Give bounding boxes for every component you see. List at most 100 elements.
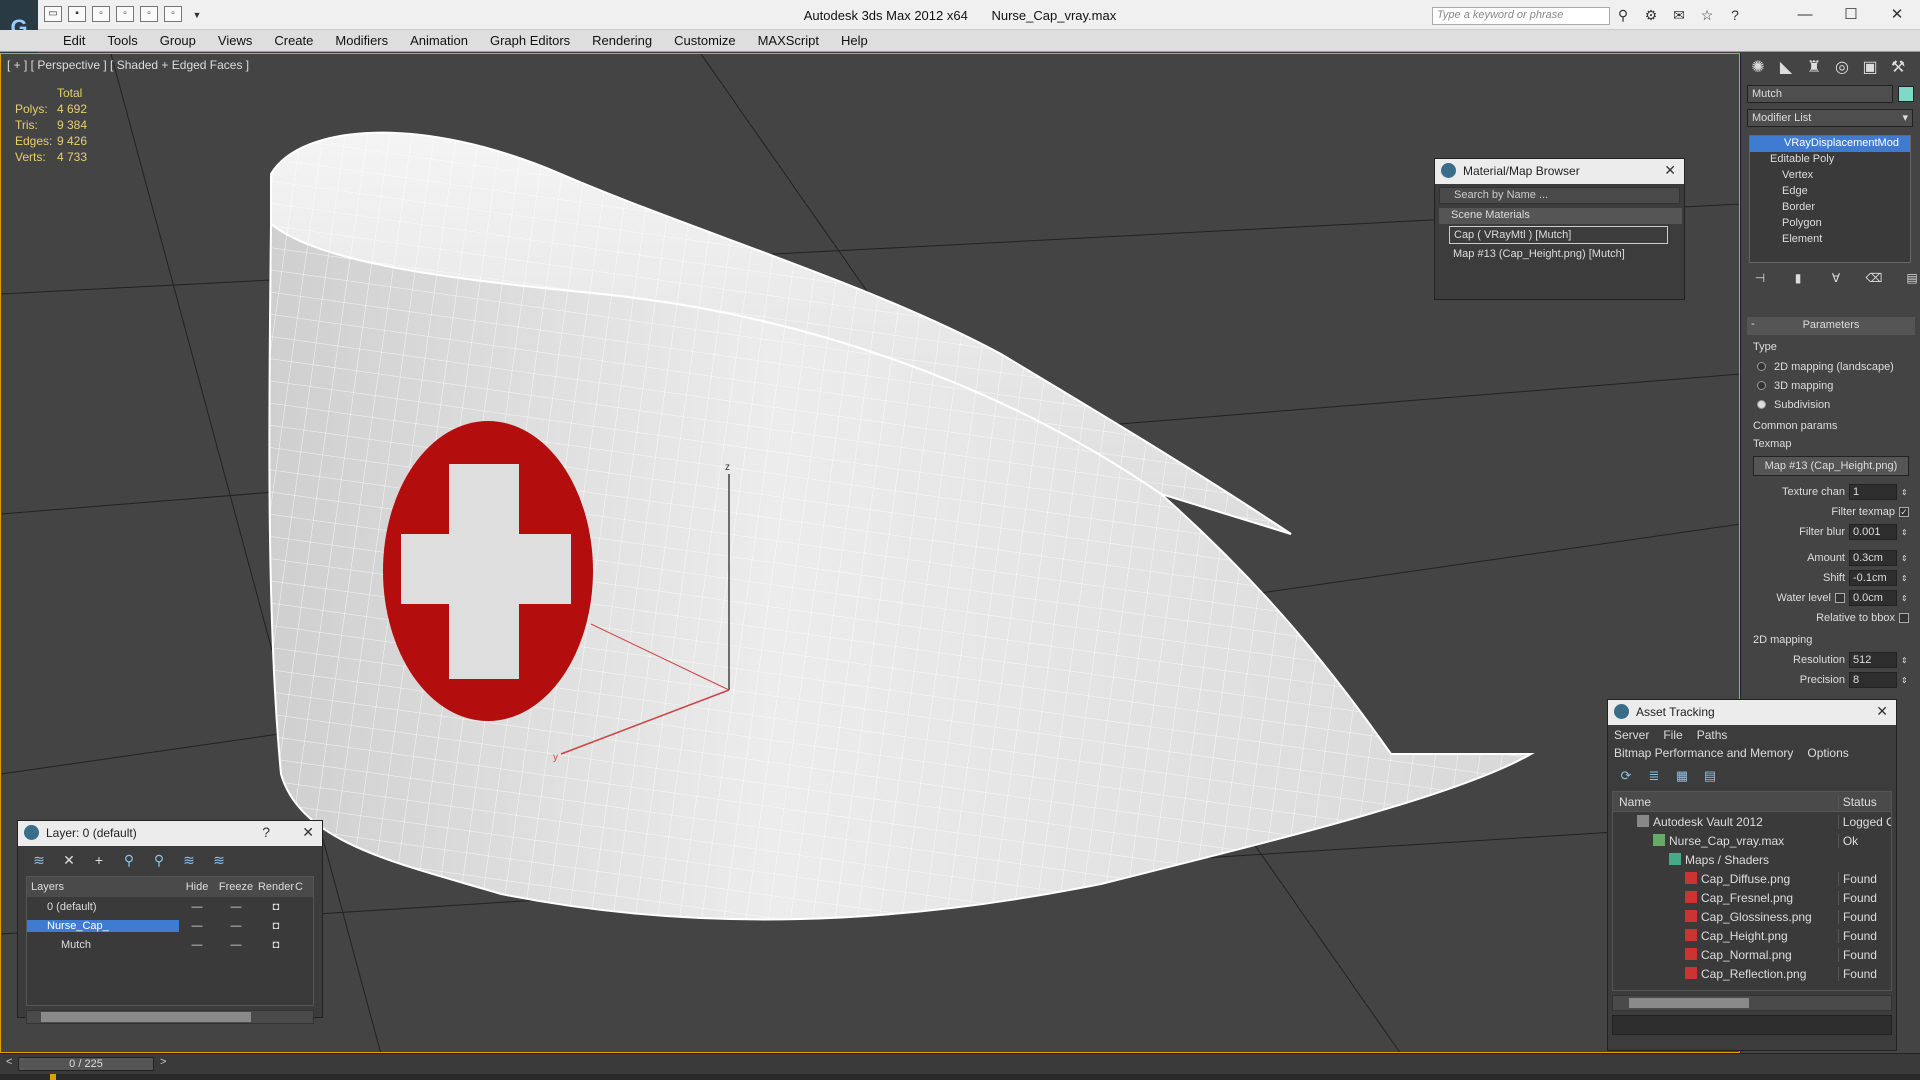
layer-name[interactable]: Nurse_Cap_ bbox=[27, 919, 179, 932]
object-name-field[interactable]: Mutch bbox=[1747, 85, 1893, 103]
pin-stack-icon[interactable]: ⊣ bbox=[1751, 271, 1769, 289]
menu-options[interactable]: Options bbox=[1807, 746, 1848, 764]
menu-modifiers[interactable]: Modifiers bbox=[324, 33, 399, 48]
viewport-label[interactable]: [ + ] [ Perspective ] [ Shaded + Edged F… bbox=[7, 58, 249, 72]
menu-server[interactable]: Server bbox=[1614, 728, 1649, 742]
filter-texmap-checkbox[interactable]: ✓ bbox=[1899, 507, 1909, 517]
relative-to-bbox-checkbox[interactable] bbox=[1899, 613, 1909, 623]
spinner-icon[interactable]: ⇕ bbox=[1901, 574, 1909, 583]
freeze-toggle[interactable]: — bbox=[215, 901, 257, 913]
time-slider[interactable]: 0 / 225 bbox=[18, 1057, 154, 1071]
show-end-result-icon[interactable]: ▮ bbox=[1789, 271, 1807, 289]
spinner-icon[interactable]: ⇕ bbox=[1901, 594, 1909, 603]
asset-path-field[interactable] bbox=[1612, 1015, 1892, 1035]
menu-animation[interactable]: Animation bbox=[399, 33, 479, 48]
menu-help[interactable]: Help bbox=[830, 33, 879, 48]
communication-icon[interactable]: ✉ bbox=[1670, 6, 1688, 24]
radio-3d[interactable] bbox=[1757, 381, 1766, 390]
col-freeze[interactable]: Freeze bbox=[215, 881, 257, 893]
hide-toggle[interactable]: — bbox=[179, 939, 215, 951]
asset-tracking-panel[interactable]: Asset Tracking ✕ Server File Paths Bitma… bbox=[1607, 699, 1897, 1051]
minimize-button[interactable]: — bbox=[1782, 0, 1828, 30]
search-by-name-input[interactable]: Search by Name ... bbox=[1439, 187, 1680, 204]
configure-modifier-sets-icon[interactable]: ▤ bbox=[1903, 271, 1920, 289]
col-render[interactable]: Render bbox=[257, 881, 295, 893]
subscription-icon[interactable]: ⚙ bbox=[1642, 6, 1660, 24]
spinner-icon[interactable]: ⇕ bbox=[1901, 676, 1909, 685]
menu-file[interactable]: File bbox=[1663, 728, 1682, 742]
scrollbar-thumb[interactable] bbox=[41, 1012, 251, 1022]
layer-row[interactable]: 0 (default) — — ◘ bbox=[27, 897, 313, 916]
close-button[interactable]: ✕ bbox=[302, 824, 314, 841]
asset-row[interactable]: Autodesk Vault 2012 Logged O bbox=[1613, 812, 1891, 831]
menu-customize[interactable]: Customize bbox=[663, 33, 746, 48]
resolution-input[interactable]: 512 bbox=[1849, 652, 1897, 668]
asset-horizontal-scrollbar[interactable] bbox=[1612, 995, 1892, 1011]
shift-input[interactable]: -0.1cm bbox=[1849, 570, 1897, 586]
water-level-checkbox[interactable] bbox=[1835, 593, 1845, 603]
col-color[interactable]: C bbox=[295, 881, 303, 893]
utilities-tab-icon[interactable]: ⚒ bbox=[1887, 57, 1909, 79]
stack-item-border[interactable]: Border bbox=[1750, 200, 1910, 216]
asset-row[interactable]: Nurse_Cap_vray.max Ok bbox=[1613, 831, 1891, 850]
spinner-icon[interactable]: ⇕ bbox=[1901, 488, 1909, 497]
set-current-layer-icon[interactable]: ≋ bbox=[180, 852, 198, 870]
help-button[interactable]: ? bbox=[262, 824, 270, 840]
precision-input[interactable]: 8 bbox=[1849, 672, 1897, 688]
select-objects-icon[interactable]: ⚲ bbox=[120, 852, 138, 870]
layer-name[interactable]: Mutch bbox=[27, 939, 179, 951]
track-bar[interactable] bbox=[0, 1074, 1920, 1080]
add-to-layer-icon[interactable]: + bbox=[90, 852, 108, 870]
render-toggle-icon[interactable]: ◘ bbox=[257, 901, 295, 913]
col-layers[interactable]: Layers bbox=[27, 881, 179, 893]
close-button[interactable]: ✕ bbox=[1874, 0, 1920, 30]
menu-group[interactable]: Group bbox=[149, 33, 207, 48]
asset-row[interactable]: Cap_Glossiness.png Found bbox=[1613, 907, 1891, 926]
menu-edit[interactable]: Edit bbox=[52, 33, 96, 48]
menu-views[interactable]: Views bbox=[207, 33, 263, 48]
radio-subdivision[interactable] bbox=[1757, 400, 1766, 409]
material-item[interactable]: Map #13 (Cap_Height.png) [Mutch] bbox=[1449, 246, 1668, 264]
type-option-3d[interactable]: 3D mapping bbox=[1747, 376, 1915, 395]
render-toggle-icon[interactable]: ◘ bbox=[257, 920, 295, 932]
material-browser-title[interactable]: Material/Map Browser ✕ bbox=[1435, 159, 1684, 184]
layer-horizontal-scrollbar[interactable] bbox=[26, 1010, 314, 1024]
render-toggle-icon[interactable]: ◘ bbox=[257, 939, 295, 951]
asset-row[interactable]: Maps / Shaders bbox=[1613, 850, 1891, 869]
stack-item-element[interactable]: Element bbox=[1750, 232, 1910, 248]
asset-row[interactable]: Cap_Height.png Found bbox=[1613, 926, 1891, 945]
select-layer-icon[interactable]: ⚲ bbox=[150, 852, 168, 870]
menu-graph-editors[interactable]: Graph Editors bbox=[479, 33, 581, 48]
scene-materials-section[interactable]: Scene Materials bbox=[1439, 208, 1682, 224]
close-icon[interactable]: ✕ bbox=[1876, 703, 1888, 720]
menu-create[interactable]: Create bbox=[263, 33, 324, 48]
motion-tab-icon[interactable]: ◎ bbox=[1831, 57, 1853, 79]
red-cross-emblem[interactable] bbox=[383, 421, 593, 721]
type-option-2d[interactable]: 2D mapping (landscape) bbox=[1747, 357, 1915, 376]
layer-manager-panel[interactable]: Layer: 0 (default) ? ✕ ≋ ✕ + ⚲ ⚲ ≋ ≋ Lay… bbox=[17, 820, 323, 1024]
amount-input[interactable]: 0.3cm bbox=[1849, 550, 1897, 566]
menu-maxscript[interactable]: MAXScript bbox=[747, 33, 830, 48]
menu-bitmap-performance[interactable]: Bitmap Performance and Memory bbox=[1614, 746, 1793, 764]
prev-frame-icon[interactable]: < bbox=[6, 1056, 12, 1068]
freeze-toggle[interactable]: — bbox=[215, 939, 257, 951]
layer-name[interactable]: 0 (default) bbox=[27, 901, 179, 913]
hide-toggle[interactable]: — bbox=[179, 920, 215, 932]
help-icon[interactable]: ? bbox=[1726, 6, 1744, 24]
type-option-subdivision[interactable]: Subdivision bbox=[1747, 395, 1915, 414]
asset-row[interactable]: Cap_Normal.png Found bbox=[1613, 945, 1891, 964]
material-map-browser-panel[interactable]: Material/Map Browser ✕ Search by Name ..… bbox=[1434, 158, 1685, 300]
freeze-toggle[interactable]: — bbox=[215, 920, 257, 932]
asset-tracking-title[interactable]: Asset Tracking ✕ bbox=[1608, 700, 1896, 725]
texture-chan-input[interactable]: 1 bbox=[1849, 484, 1897, 500]
display-tab-icon[interactable]: ▣ bbox=[1859, 57, 1881, 79]
keyword-search-input[interactable]: Type a keyword or phrase bbox=[1432, 7, 1610, 25]
layer-panel-title[interactable]: Layer: 0 (default) ? ✕ bbox=[18, 821, 322, 846]
col-name[interactable]: Name bbox=[1613, 795, 1838, 809]
asset-row[interactable]: Cap_Diffuse.png Found bbox=[1613, 869, 1891, 888]
asset-row[interactable]: Cap_Reflection.png Found bbox=[1613, 964, 1891, 983]
favorites-star-icon[interactable]: ☆ bbox=[1698, 6, 1716, 24]
col-hide[interactable]: Hide bbox=[179, 881, 215, 893]
create-tab-icon[interactable]: ✺ bbox=[1747, 57, 1769, 79]
delete-layer-icon[interactable]: ✕ bbox=[60, 852, 78, 870]
